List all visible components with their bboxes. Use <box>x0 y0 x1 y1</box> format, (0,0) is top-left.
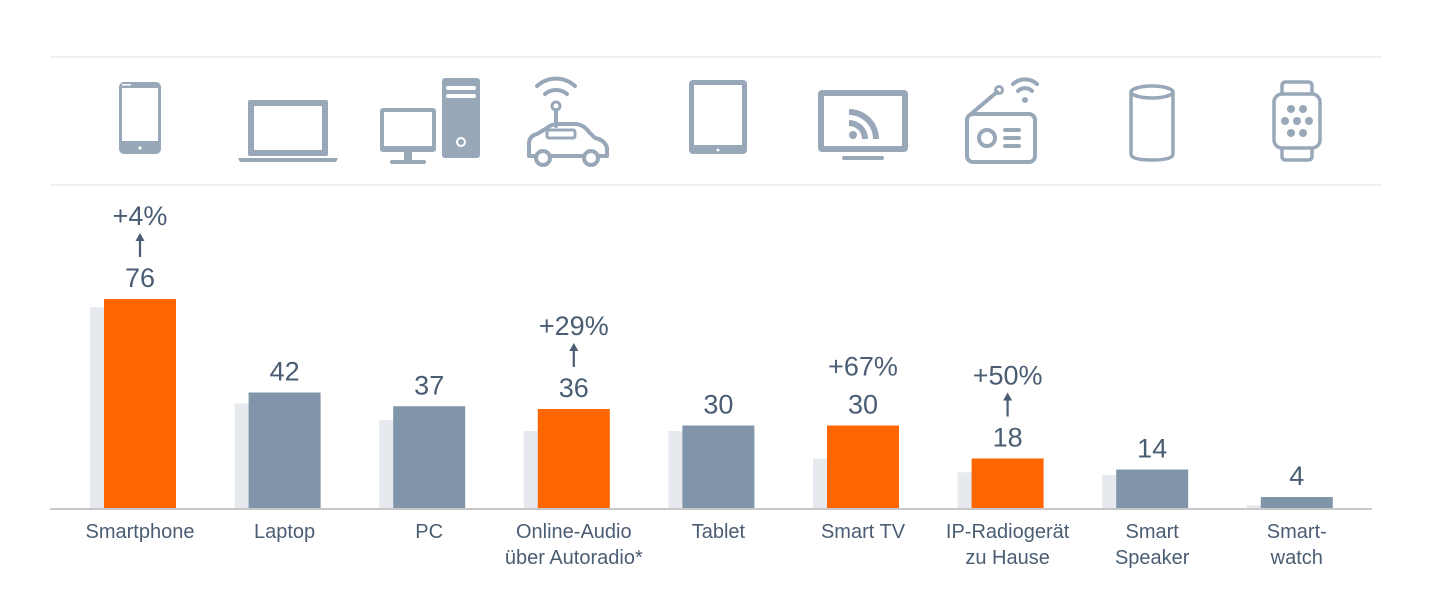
value-label: 4 <box>1289 461 1304 491</box>
category-label: Online-Audio <box>516 521 632 543</box>
category-label: zu Hause <box>965 547 1050 569</box>
bar-current <box>827 425 899 508</box>
value-label: 36 <box>559 373 589 403</box>
bar-current <box>104 299 176 508</box>
bar-current <box>1116 469 1189 508</box>
bar-current <box>248 392 321 508</box>
up-arrowhead-icon <box>569 343 579 351</box>
value-label: 30 <box>703 390 733 420</box>
change-label: +67% <box>828 352 898 382</box>
category-label: Smart <box>1126 521 1180 543</box>
up-arrowhead-icon <box>135 233 145 241</box>
category-label: Smartphone <box>86 521 195 543</box>
value-label: 42 <box>270 357 300 387</box>
value-label: 37 <box>414 370 444 400</box>
category-label: Speaker <box>1115 547 1190 569</box>
category-label: Smart TV <box>821 521 906 543</box>
category-label: Tablet <box>692 521 746 543</box>
change-label: +50% <box>973 361 1043 391</box>
value-label: 14 <box>1137 434 1167 464</box>
bar-current <box>971 458 1044 508</box>
category-label: Smart- <box>1267 521 1327 543</box>
value-label: 76 <box>125 263 155 293</box>
bar-current <box>537 409 610 508</box>
change-label: +29% <box>539 311 609 341</box>
bar-current <box>682 425 755 508</box>
category-label: Laptop <box>254 521 315 543</box>
category-label: über Autoradio* <box>505 547 643 569</box>
bar-chart: 76 Smartphone 42 Laptop 37 PC 36 Online-Audio üb… <box>50 201 1372 569</box>
category-label: watch <box>1270 547 1323 569</box>
bar-current <box>393 406 466 508</box>
bar-current <box>1260 497 1333 508</box>
category-label: PC <box>415 521 443 543</box>
value-label: 30 <box>848 390 878 420</box>
category-label: IP-Radiogerät <box>946 521 1070 543</box>
change-label: +4% <box>113 201 168 231</box>
value-label: 18 <box>993 423 1023 453</box>
up-arrowhead-icon <box>1003 392 1013 401</box>
